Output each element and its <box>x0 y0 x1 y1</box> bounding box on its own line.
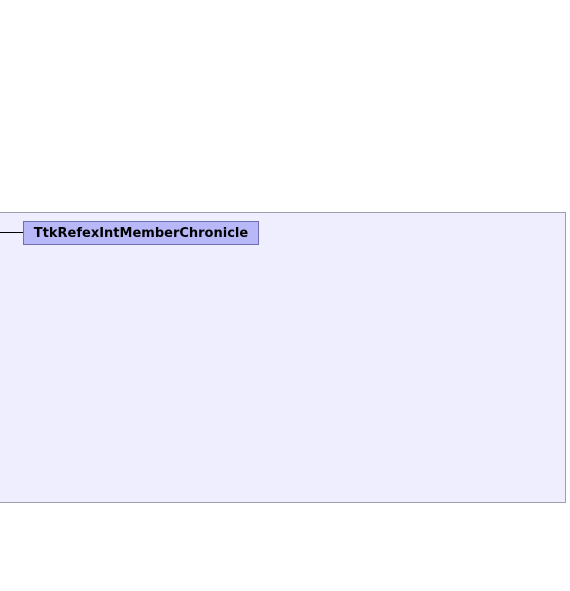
diagram-canvas: TtkRefexIntMemberChronicle <box>0 0 570 591</box>
diagram-panel <box>0 212 566 503</box>
class-node-label: TtkRefexIntMemberChronicle <box>33 225 249 241</box>
connector-line <box>0 232 23 233</box>
class-node[interactable]: TtkRefexIntMemberChronicle <box>23 221 259 245</box>
